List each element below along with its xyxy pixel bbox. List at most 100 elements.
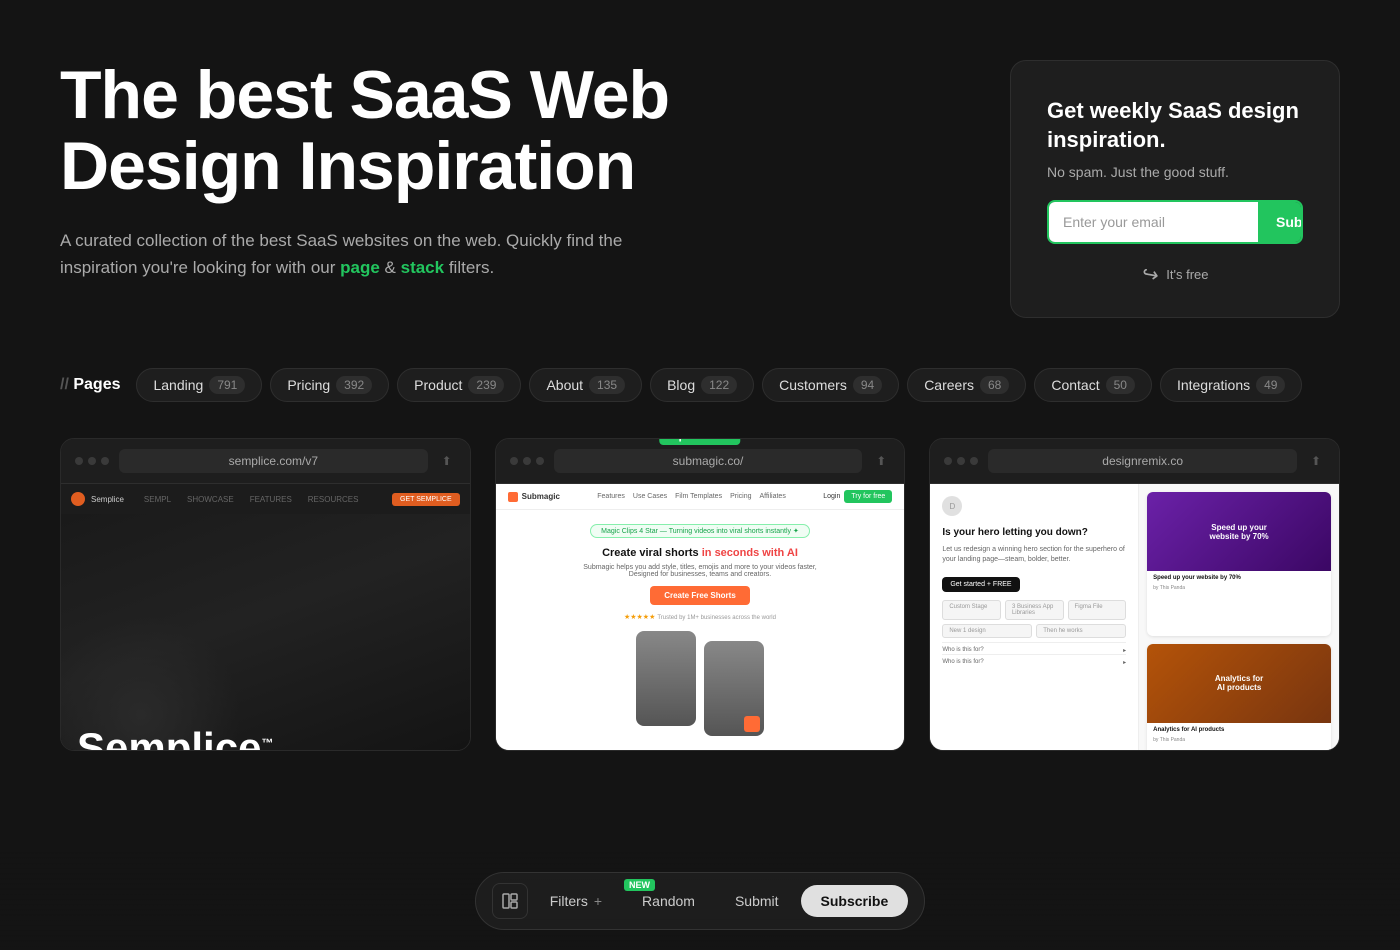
hero-left: The best SaaS Web Design Inspiration A c… xyxy=(60,60,720,281)
dr-form-field-4: New 1 design xyxy=(942,624,1032,638)
semplice-logo-icon xyxy=(71,492,85,506)
filter-pricing[interactable]: Pricing 392 xyxy=(270,368,389,402)
card-designremix[interactable]: designremix.co ⬆ D Is your hero letting … xyxy=(929,438,1340,751)
submagic-login: Login xyxy=(823,493,840,500)
card-preview-designremix: D Is your hero letting you down? Let us … xyxy=(930,484,1339,751)
filter-careers-count: 68 xyxy=(980,376,1009,394)
dr-toggle-row-2: Who is this for? ▸ xyxy=(942,654,1126,666)
submagic-brand: Submagic xyxy=(522,492,560,501)
semplice-logo-bar: Semplice xyxy=(71,492,124,506)
submagic-phone-2 xyxy=(704,641,764,736)
submagic-phone-1 xyxy=(636,631,696,726)
card-submagic[interactable]: Sponsored submagic.co/ ⬆ Submagic xyxy=(495,438,906,751)
submagic-award-badge: Magic Clips 4 Star — Turning videos into… xyxy=(590,524,810,538)
dr-form-row-1: Custom Stage 3 Business App Libraries Fi… xyxy=(942,600,1126,620)
semplice-brand-name: Semplice™ xyxy=(77,727,454,751)
newsletter-form: Subscribe xyxy=(1047,200,1303,244)
dr-card-1-label: Speed up your website by 70% xyxy=(1147,571,1331,585)
sponsored-badge: Sponsored xyxy=(659,438,740,445)
card-preview-semplice: Semplice SEMPL SHOWCASE FEATURES RESOURC… xyxy=(61,484,470,751)
submagic-logo: Submagic xyxy=(508,492,560,502)
submagic-headline-highlight: in seconds with AI xyxy=(702,547,798,559)
email-input[interactable] xyxy=(1049,202,1258,242)
filter-about[interactable]: About 135 xyxy=(529,368,642,402)
dot-green-3 xyxy=(970,457,978,465)
filters-label: Filters xyxy=(550,893,588,909)
submagic-headline: Create viral shorts in seconds with AI xyxy=(602,546,798,560)
submit-button[interactable]: Submit xyxy=(717,885,797,917)
filters-button[interactable]: Filters + xyxy=(532,885,620,917)
semplice-nav-items: SEMPL SHOWCASE FEATURES RESOURCES xyxy=(144,495,359,504)
stack-link[interactable]: stack xyxy=(401,258,444,277)
dot-yellow xyxy=(88,457,96,465)
submit-label: Submit xyxy=(735,893,779,909)
filter-product-label: Product xyxy=(414,377,462,393)
filter-customers-label: Customers xyxy=(779,377,847,393)
hero-desc-text-2: filters. xyxy=(449,258,494,277)
filter-landing[interactable]: Landing 791 xyxy=(136,368,262,402)
submagic-nav: Submagic Features Use Cases Film Templat… xyxy=(496,484,905,510)
free-text: It's free xyxy=(1166,267,1208,282)
hero-desc-and: & xyxy=(385,258,401,277)
dr-card-1-content: Speed up yourwebsite by 70% xyxy=(1204,517,1275,547)
dr-toggle-label-1: Who is this for? xyxy=(942,647,983,653)
dr-card-2: Analytics forAI products Analytics for A… xyxy=(1147,644,1331,752)
browser-dots-3 xyxy=(944,457,978,465)
filter-customers-count: 94 xyxy=(853,376,882,394)
dr-toggle-label-2: Who is this for? xyxy=(942,659,983,665)
toolbar-subscribe-button[interactable]: Subscribe xyxy=(801,885,909,917)
dot-red-3 xyxy=(944,457,952,465)
filter-landing-label: Landing xyxy=(153,377,203,393)
semplice-dark-area: Semplice™ We rebuilt and redesigned xyxy=(61,514,470,751)
filter-product[interactable]: Product 239 xyxy=(397,368,521,402)
filter-customers[interactable]: Customers 94 xyxy=(762,368,899,402)
filter-contact-count: 50 xyxy=(1106,376,1135,394)
dot-green xyxy=(101,457,109,465)
pages-prefix: // xyxy=(60,376,73,393)
dr-cta-btn: Get started + FREE xyxy=(942,577,1019,592)
new-badge: NEW xyxy=(624,879,655,891)
submagic-cta-btn: Create Free Shorts xyxy=(650,586,750,605)
submagic-logo-icon xyxy=(508,492,518,502)
dot-red xyxy=(75,457,83,465)
semplice-top-bar: Semplice SEMPL SHOWCASE FEATURES RESOURC… xyxy=(61,484,470,514)
submagic-try-btn: Try for free xyxy=(844,490,892,503)
subscribe-button[interactable]: Subscribe xyxy=(1258,202,1303,242)
browser-url-2: submagic.co/ xyxy=(554,449,863,473)
filter-blog[interactable]: Blog 122 xyxy=(650,368,754,402)
filter-about-count: 135 xyxy=(589,376,625,394)
dr-left-panel: D Is your hero letting you down? Let us … xyxy=(930,484,1139,751)
card-browser-bar-2: submagic.co/ ⬆ xyxy=(496,439,905,484)
dot-red-2 xyxy=(510,457,518,465)
filter-integrations-count: 49 xyxy=(1256,376,1285,394)
filter-careers[interactable]: Careers 68 xyxy=(907,368,1026,402)
filter-product-count: 239 xyxy=(468,376,504,394)
share-icon-1: ⬆ xyxy=(438,452,456,470)
bottom-toolbar: Filters + NEW Random Submit Subscribe xyxy=(0,852,1400,950)
card-browser-bar-3: designremix.co ⬆ xyxy=(930,439,1339,484)
filter-careers-label: Careers xyxy=(924,377,974,393)
pages-section: // Pages Landing 791 Pricing 392 Product… xyxy=(60,368,1340,402)
filter-blog-count: 122 xyxy=(701,376,737,394)
cards-grid: semplice.com/v7 ⬆ Semplice SEMPL SHOWCAS… xyxy=(60,438,1340,751)
share-icon-3: ⬆ xyxy=(1307,452,1325,470)
submagic-stars: ★★★★★ Trusted by 1M+ businesses across t… xyxy=(624,613,776,621)
dr-card-img-2: Analytics forAI products xyxy=(1147,644,1331,723)
filter-contact[interactable]: Contact 50 xyxy=(1034,368,1152,402)
dr-logo: D xyxy=(942,496,962,516)
card-browser-bar-1: semplice.com/v7 ⬆ xyxy=(61,439,470,484)
page-link[interactable]: page xyxy=(340,258,380,277)
dr-card-2-label: Analytics for AI products xyxy=(1147,723,1331,737)
browser-url-3: designremix.co xyxy=(988,449,1297,473)
card-semplice[interactable]: semplice.com/v7 ⬆ Semplice SEMPL SHOWCAS… xyxy=(60,438,471,751)
browser-dots-1 xyxy=(75,457,109,465)
semplice-tm: ™ xyxy=(261,736,273,750)
hero-section: The best SaaS Web Design Inspiration A c… xyxy=(60,60,1340,318)
layout-icon[interactable] xyxy=(492,883,528,919)
random-wrap: NEW Random xyxy=(624,885,713,917)
browser-dots-2 xyxy=(510,457,544,465)
submagic-phones xyxy=(636,631,764,736)
dr-card-2-content: Analytics forAI products xyxy=(1209,668,1269,698)
dr-card-2-sub: by This Panda xyxy=(1147,737,1331,743)
filter-integrations[interactable]: Integrations 49 xyxy=(1160,368,1303,402)
